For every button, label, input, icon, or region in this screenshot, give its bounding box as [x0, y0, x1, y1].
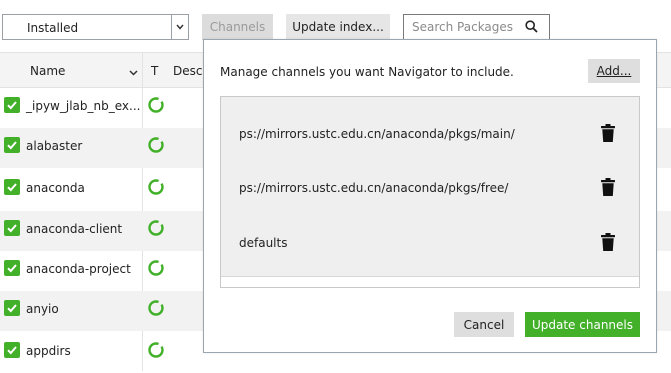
- checkbox-checked-icon[interactable]: [4, 342, 20, 358]
- package-name: anaconda-client: [26, 222, 123, 236]
- channel-item[interactable]: ps://mirrors.ustc.edu.cn/anaconda/pkgs/f…: [221, 161, 639, 215]
- package-name: anaconda: [26, 181, 85, 195]
- search-input[interactable]: [404, 15, 530, 39]
- column-header-type[interactable]: T: [151, 64, 158, 78]
- search-box[interactable]: [403, 14, 550, 40]
- channel-list-footer: [221, 276, 639, 287]
- update-index-button[interactable]: Update index...: [286, 14, 390, 40]
- status-ring-icon: [147, 219, 165, 240]
- package-name: _ipyw_jlab_nb_ex...: [26, 99, 141, 113]
- add-channel-button[interactable]: Add...: [588, 59, 640, 83]
- channel-item[interactable]: ps://mirrors.ustc.edu.cn/anaconda/pkgs/m…: [221, 107, 639, 161]
- channel-url: ps://mirrors.ustc.edu.cn/anaconda/pkgs/f…: [239, 181, 509, 195]
- trash-icon[interactable]: [601, 178, 615, 199]
- chevron-down-icon[interactable]: [171, 15, 188, 39]
- status-ring-icon: [147, 136, 165, 157]
- channel-item[interactable]: defaults: [221, 216, 639, 270]
- filter-select-value: Installed: [27, 21, 79, 35]
- status-ring-icon: [147, 341, 165, 362]
- status-ring-icon: [147, 96, 165, 117]
- status-ring-icon: [147, 178, 165, 199]
- package-name: anaconda-project: [26, 262, 131, 276]
- search-icon[interactable]: [525, 20, 538, 36]
- package-filter-select[interactable]: Installed: [2, 14, 189, 40]
- channels-button[interactable]: Channels: [202, 14, 273, 40]
- checkbox-checked-icon[interactable]: [4, 137, 20, 153]
- sort-chevron-icon[interactable]: [129, 65, 138, 79]
- checkbox-checked-icon[interactable]: [4, 260, 20, 276]
- column-header-name[interactable]: Name: [30, 64, 65, 78]
- package-name: appdirs: [26, 344, 71, 358]
- checkbox-checked-icon[interactable]: [4, 97, 20, 113]
- cancel-button[interactable]: Cancel: [454, 312, 514, 337]
- package-name: anyio: [26, 302, 59, 316]
- checkbox-checked-icon[interactable]: [4, 179, 20, 195]
- update-channels-button[interactable]: Update channels: [525, 312, 640, 337]
- channel-url: defaults: [239, 236, 288, 250]
- trash-icon[interactable]: [601, 233, 615, 254]
- dialog-title: Manage channels you want Navigator to in…: [220, 65, 514, 79]
- checkbox-checked-icon[interactable]: [4, 220, 20, 236]
- channel-list: ps://mirrors.ustc.edu.cn/anaconda/pkgs/m…: [220, 96, 640, 288]
- checkbox-checked-icon[interactable]: [4, 300, 20, 316]
- column-header-description[interactable]: Desc: [173, 64, 202, 78]
- manage-channels-dialog: Manage channels you want Navigator to in…: [203, 39, 657, 353]
- channel-url: ps://mirrors.ustc.edu.cn/anaconda/pkgs/m…: [239, 127, 515, 141]
- package-name: alabaster: [26, 139, 83, 153]
- status-ring-icon: [147, 259, 165, 280]
- trash-icon[interactable]: [601, 124, 615, 145]
- status-ring-icon: [147, 299, 165, 320]
